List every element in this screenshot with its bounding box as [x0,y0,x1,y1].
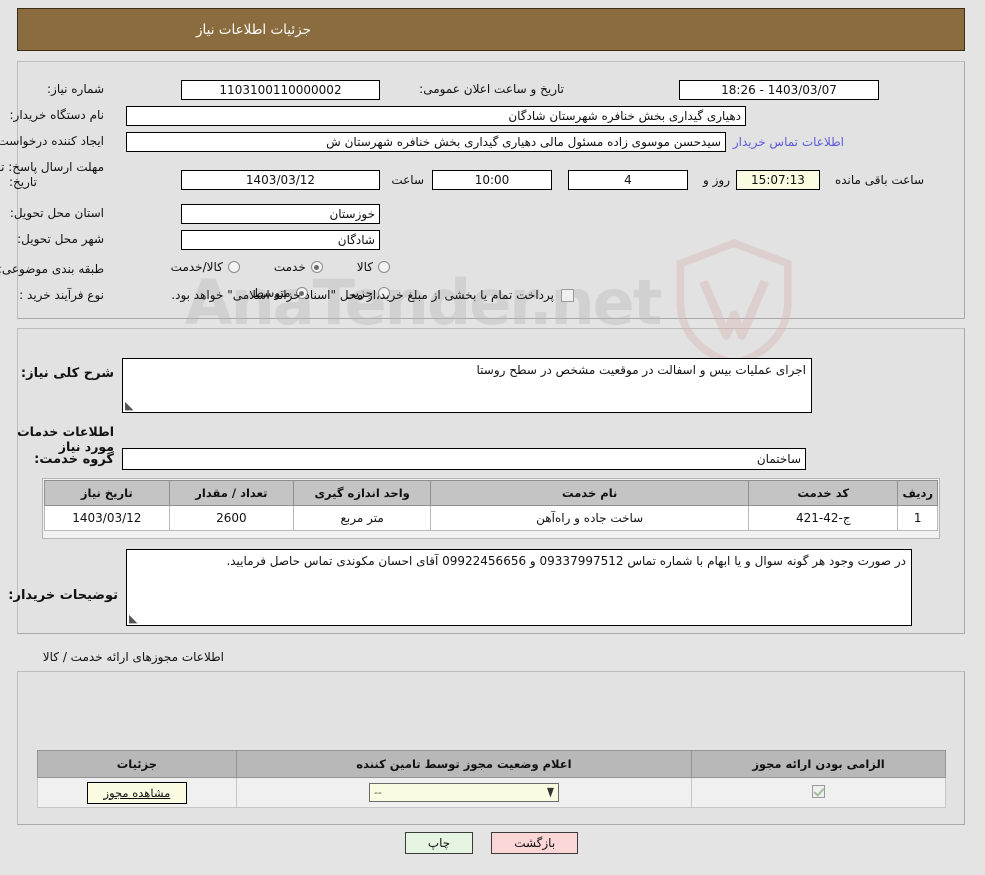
deadline-label-line1: مهلت ارسال پاسخ: تا [0,160,105,174]
province-field: خوزستان [182,204,381,224]
page-title: جزئیات اطلاعات نیاز [197,21,312,38]
category-radio-kala[interactable]: کالا [358,260,391,274]
services-table: ردیف کد خدمت نام خدمت واحد اندازه گیری ت… [45,480,939,531]
public-announcement-field: 1403/03/07 - 18:26 [680,80,880,100]
permits-header-row: الزامی بودن ارائه مجوز اعلام وضعیت مجوز … [38,750,947,778]
th-permit-status: اعلام وضعیت مجوز توسط تامین کننده [236,750,694,778]
deadline-hour-label: ساعت [392,173,425,187]
need-number-label: شماره نیاز: [48,82,105,96]
requester-label: ایجاد کننده درخواست: [0,134,105,148]
radio-icon[interactable] [311,261,324,273]
city-field: شادگان [182,230,381,250]
permits-row: ▼ -- مشاهده مجوز [38,777,947,808]
remaining-days-field: 4 [569,170,689,190]
buyer-contact-link[interactable]: اطلاعات تماس خریدار [734,135,845,149]
province-label-row: استان محل تحویل: [11,206,105,220]
requester-label-row: ایجاد کننده درخواست: [0,134,105,148]
permit-status-dropdown[interactable]: ▼ -- [369,783,560,802]
cell-permit-details: مشاهده مجوز [38,777,238,808]
buyer-notes-label: توضیحات خریدار: [9,588,119,603]
back-button[interactable]: بازگشت [492,832,580,854]
window-title-bar: جزئیات اطلاعات نیاز [18,8,966,51]
buyer-notes-textarea[interactable]: در صورت وجود هر گونه سوال و یا ابهام با … [127,549,913,626]
cell-date: 1403/03/12 [45,505,171,531]
permit-required-checkbox-icon [813,784,827,798]
services-table-header-row: ردیف کد خدمت نام خدمت واحد اندازه گیری ت… [45,480,939,506]
resize-grip-icon[interactable]: ◢ [130,612,140,625]
category-radio-group: کالا خدمت کالا/خدمت [172,260,391,274]
deadline-label-line2: تاریخ: [10,175,38,189]
th-name: نام خدمت [431,480,751,506]
countdown-field: 15:07:13 [737,170,821,190]
th-code: کد خدمت [749,480,900,506]
permits-section-title: اطلاعات مجوزهای ارائه خدمت / کالا [43,650,225,664]
cell-unit: متر مربع [294,505,433,531]
city-label-row: شهر محل تحویل: [18,232,105,246]
cell-name: ساخت جاده و راه‌آهن [431,505,751,531]
footer-button-bar: بازگشت چاپ [0,832,985,854]
buyer-notes-value: در صورت وجود هر گونه سوال و یا ابهام با … [227,554,907,568]
province-label: استان محل تحویل: [10,206,105,220]
remaining-days-label: روز و [704,173,731,187]
print-button[interactable]: چاپ [405,832,475,854]
service-group-label: گروه خدمت: [35,452,115,467]
need-number-field: 1103100110000002 [182,80,381,100]
purchase-process-label: نوع فرآیند خرید : [20,288,105,302]
deadline-hour-field: 10:00 [433,170,553,190]
permits-table: الزامی بودن ارائه مجوز اعلام وضعیت مجوز … [38,750,947,808]
th-unit: واحد اندازه گیری [294,480,433,506]
cell-quantity: 2600 [169,505,296,531]
cell-permit-status: ▼ -- [236,777,694,808]
table-row: 1 ج-42-421 ساخت جاده و راه‌آهن متر مربع … [45,505,939,531]
buyer-org-label: نام دستگاه خریدار: [10,108,106,122]
category-radio-khedmat[interactable]: خدمت [275,260,324,274]
countdown-label: ساعت باقی مانده [835,173,925,187]
need-number-label-row: شماره نیاز: [48,82,105,96]
page-root: AnaTender.net جزئیات اطلاعات نیاز شماره … [0,0,985,875]
category-option-label: کالا [357,260,374,274]
th-quantity: تعداد / مقدار [169,480,296,506]
buyer-org-label-row: نام دستگاه خریدار: [11,108,106,122]
permit-status-value: -- [374,786,383,799]
category-radio-kala-khedmat[interactable]: کالا/خدمت [172,260,241,274]
th-date: تاریخ نیاز [45,480,171,506]
radio-icon[interactable] [379,261,391,273]
general-description-label: شرح کلی نیاز: [21,366,115,381]
cell-permit-required [692,777,947,808]
resize-grip-icon[interactable]: ◢ [126,399,136,412]
city-label: شهر محل تحویل: [18,232,105,246]
public-announcement-label: تاریخ و ساعت اعلان عمومی: [420,82,565,96]
cell-radif: 1 [898,505,939,531]
treasury-bonds-option[interactable]: پرداخت تمام یا بخشی از مبلغ خرید،از محل … [172,288,575,302]
cell-code: ج-42-421 [749,505,900,531]
view-permit-button[interactable]: مشاهده مجوز [87,781,189,804]
radio-icon[interactable] [228,261,241,273]
requester-field: سیدحسن موسوی زاده مسئول مالی دهیاری گیدا… [127,132,727,152]
treasury-bonds-text: پرداخت تمام یا بخشی از مبلغ خرید،از محل … [172,288,555,302]
services-info-heading: اطلاعات خدمات مورد نیاز [18,424,115,454]
general-description-textarea[interactable]: اجرای عملیات بیس و اسفالت در موقعیت مشخص… [123,358,813,413]
general-description-value: اجرای عملیات بیس و اسفالت در موقعیت مشخص… [477,363,807,377]
th-permit-details: جزئیات [38,750,238,778]
service-group-field: ساختمان [123,448,807,470]
category-label: طبقه بندی موضوعی: [0,262,105,276]
deadline-date-field: 1403/03/12 [182,170,381,190]
checkbox-icon[interactable] [562,288,575,302]
th-permit-required: الزامی بودن ارائه مجوز [692,750,947,778]
category-option-label: کالا/خدمت [171,260,224,274]
buyer-org-field: دهیاری گیداری بخش خنافره شهرستان شادگان [127,106,747,126]
category-option-label: خدمت [274,260,307,274]
announcement-label-row: تاریخ و ساعت اعلان عمومی: [420,82,565,96]
deadline-label-block: مهلت ارسال پاسخ: تا تاریخ: [0,160,105,190]
th-radif: ردیف [898,480,939,506]
chevron-down-icon: ▼ [548,785,555,800]
